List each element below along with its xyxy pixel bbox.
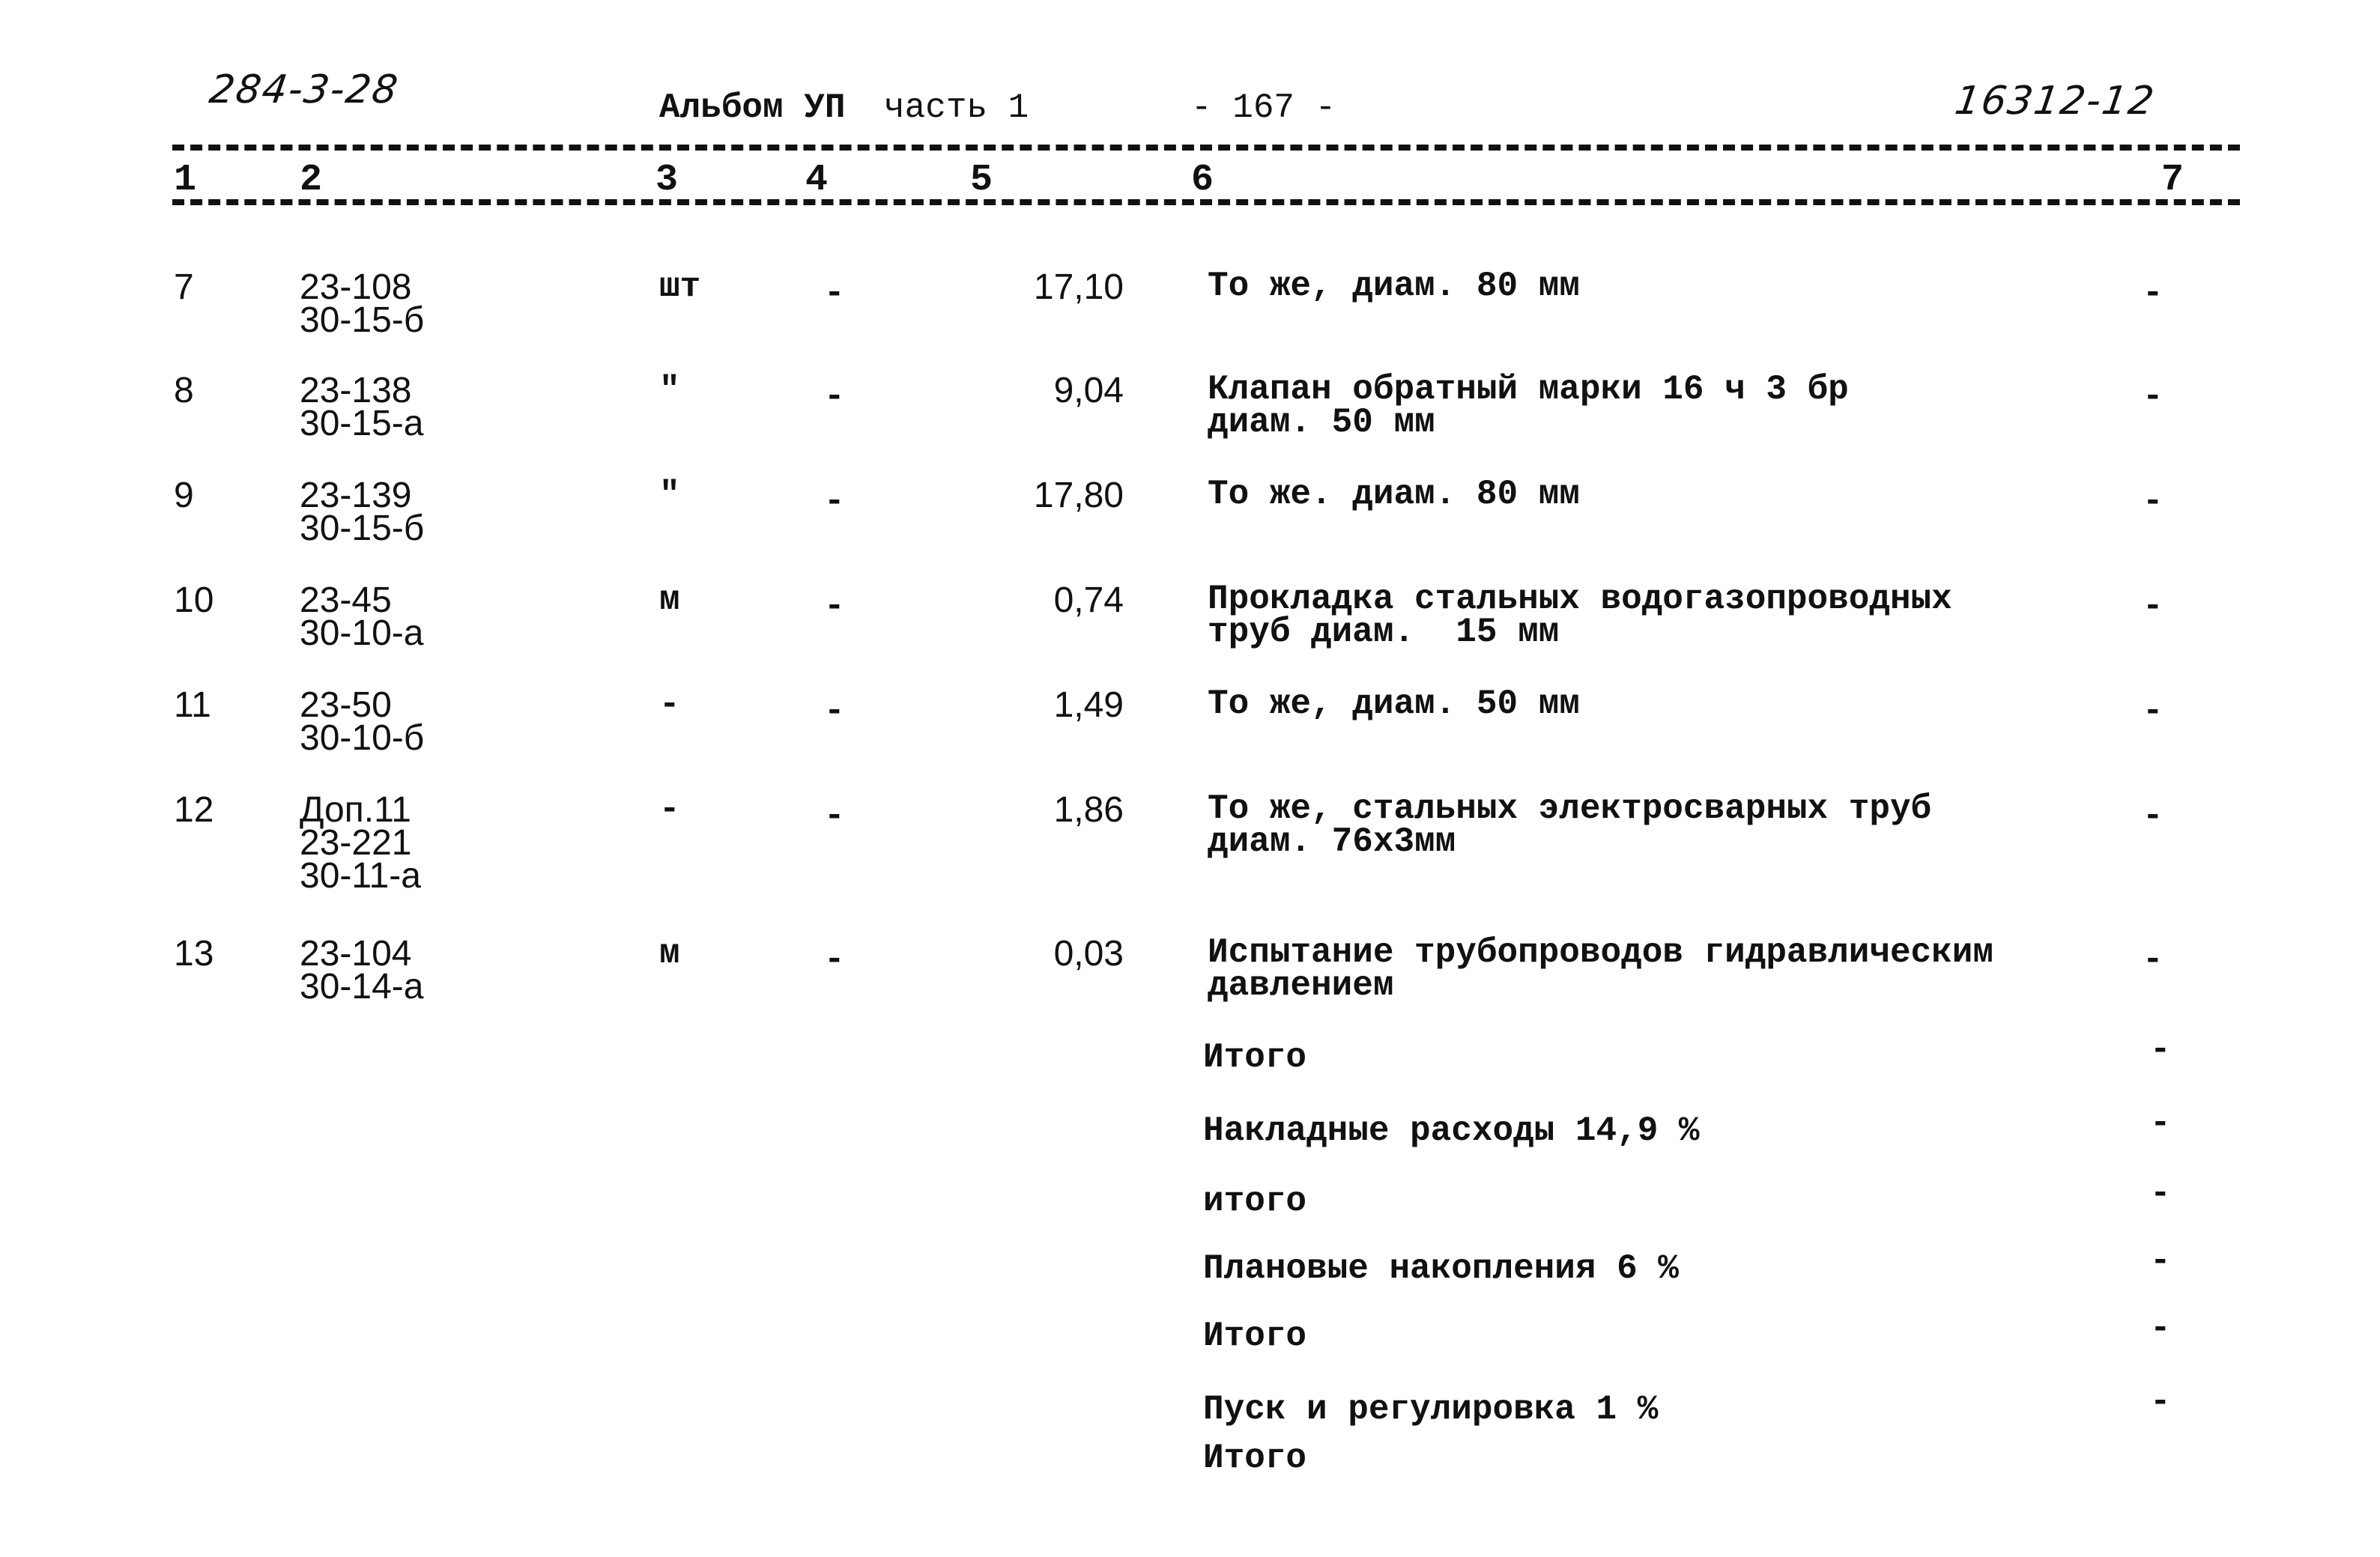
quantity-cell: - <box>824 377 845 416</box>
row-number: 13 <box>174 934 214 974</box>
totals-value: - <box>2150 1309 2171 1348</box>
totals-label: Пуск и регулировка 1 % <box>1203 1390 1659 1429</box>
cost-value: 0,74 <box>1053 580 1124 620</box>
total-cell: - <box>2143 482 2164 521</box>
work-description: Испытание трубопроводов гидравлическим <box>1208 933 1993 972</box>
row-number: 8 <box>174 371 194 410</box>
sheet-code-stamp: 16312-12 <box>1951 79 2158 124</box>
work-description: диам. 76х3мм <box>1208 822 1456 861</box>
cost-value: 1,49 <box>1053 685 1124 725</box>
quantity-cell: - <box>824 941 845 980</box>
header-divider-bottom <box>172 199 2240 205</box>
totals-label: Накладные расходы 14,9 % <box>1203 1111 1700 1150</box>
total-cell: - <box>2143 941 2164 980</box>
totals-label: Итого <box>1203 1038 1307 1077</box>
row-number: 11 <box>174 685 211 725</box>
unit-of-measure: - <box>659 790 680 829</box>
totals-value: - <box>2150 1383 2171 1421</box>
totals-value: - <box>2150 1242 2171 1281</box>
unit-of-measure: " <box>659 476 680 515</box>
header-divider-top <box>172 145 2240 151</box>
column-header-3: 3 <box>655 159 679 201</box>
row-number: 9 <box>174 476 194 515</box>
quantity-cell: - <box>824 797 845 836</box>
total-cell: - <box>2143 692 2164 731</box>
work-description: диам. 50 мм <box>1208 403 1435 442</box>
cost-value: 0,03 <box>1053 934 1124 974</box>
work-description: Прокладка стальных водогазопроводных <box>1208 580 1952 619</box>
unit-of-measure: шт <box>659 267 701 306</box>
totals-label: Итого <box>1203 1317 1307 1356</box>
row-number: 7 <box>174 267 194 307</box>
totals-value: - <box>2150 1174 2171 1213</box>
total-cell: - <box>2143 377 2164 416</box>
work-description: То же, диам. 80 мм <box>1208 267 1580 306</box>
page-number: - 167 - <box>1191 88 1336 127</box>
column-header-7: 7 <box>2161 159 2184 201</box>
unit-of-measure: м <box>659 580 680 619</box>
totals-label: итого <box>1203 1182 1307 1221</box>
cost-value: 17,80 <box>1033 476 1124 515</box>
rate-code: 30-10-а <box>300 613 424 653</box>
work-description: труб диам. 15 мм <box>1208 613 1560 652</box>
work-description: То же, диам. 50 мм <box>1208 685 1580 723</box>
album-part: часть 1 <box>884 88 1029 127</box>
totals-label: Итого <box>1203 1439 1307 1478</box>
total-cell: - <box>2143 587 2164 626</box>
totals-value: - <box>2150 1031 2171 1069</box>
document-code-stamp: 284-3-28 <box>206 67 402 112</box>
row-number: 10 <box>174 580 214 620</box>
quantity-cell: - <box>824 692 845 731</box>
cost-value: 17,10 <box>1033 267 1124 307</box>
column-header-4: 4 <box>805 159 829 201</box>
unit-of-measure: " <box>659 371 680 410</box>
column-header-6: 6 <box>1191 159 1214 201</box>
rate-code: 30-15-а <box>300 404 424 443</box>
work-description: Клапан обратный марки 16 ч 3 бр <box>1208 370 1849 409</box>
total-cell: - <box>2143 797 2164 836</box>
rate-code: 30-11-а <box>300 856 421 896</box>
quantity-cell: - <box>824 587 845 626</box>
column-header-1: 1 <box>174 159 197 201</box>
rate-code: 30-15-б <box>300 509 425 548</box>
unit-of-measure: м <box>659 934 680 973</box>
work-description: То же. диам. 80 мм <box>1208 475 1580 514</box>
unit-of-measure: - <box>659 685 680 724</box>
column-header-2: 2 <box>300 159 323 201</box>
column-header-5: 5 <box>970 159 993 201</box>
rate-code: 30-10-б <box>300 718 425 758</box>
work-description: давлением <box>1208 966 1394 1005</box>
rate-code: 30-15-б <box>300 300 425 340</box>
cost-value: 9,04 <box>1053 371 1124 410</box>
totals-label: Плановые накопления 6 % <box>1203 1249 1679 1288</box>
quantity-cell: - <box>824 482 845 521</box>
row-number: 12 <box>174 790 214 830</box>
rate-code: 30-14-а <box>300 967 424 1007</box>
cost-value: 1,86 <box>1053 790 1124 830</box>
total-cell: - <box>2143 274 2164 313</box>
work-description: То же, стальных электросварных труб <box>1208 789 1932 828</box>
totals-value: - <box>2150 1104 2171 1143</box>
quantity-cell: - <box>824 274 845 313</box>
album-title: Альбом УП <box>659 88 846 127</box>
